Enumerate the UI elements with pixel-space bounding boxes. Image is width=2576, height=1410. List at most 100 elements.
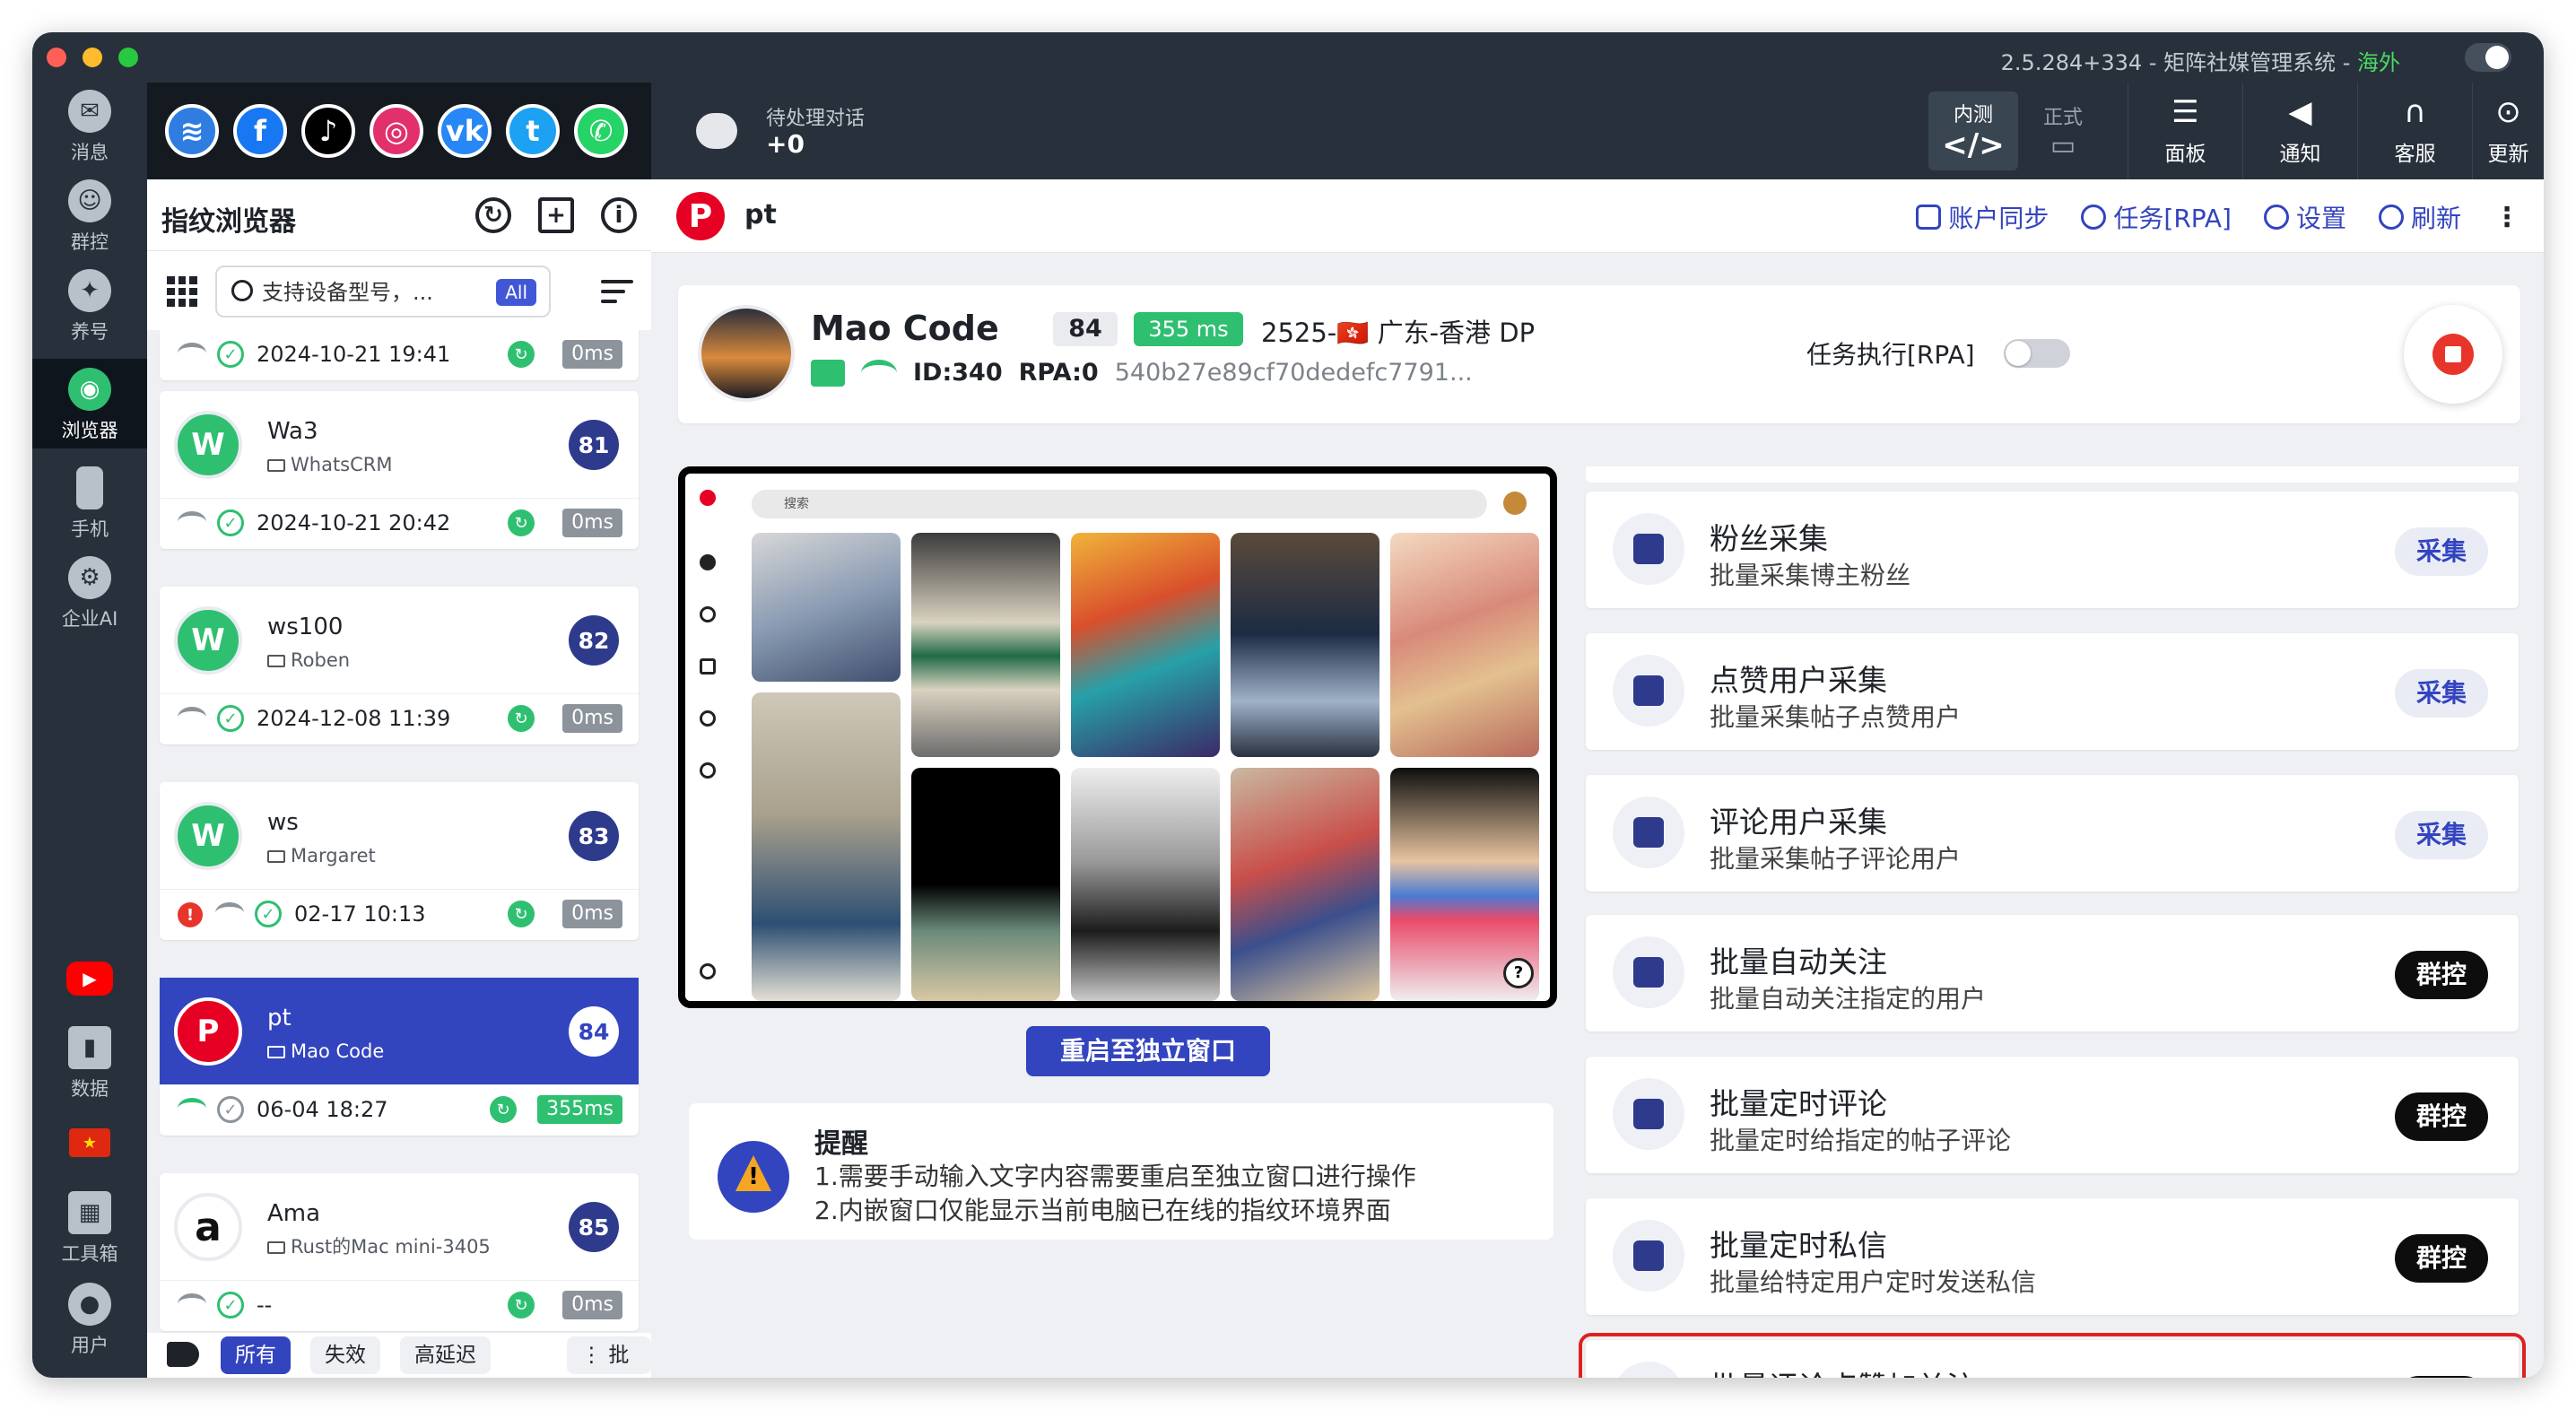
chat-icon (1613, 1078, 1684, 1150)
env-prod-button[interactable]: 正式 ▭ (2018, 91, 2108, 170)
pin-tile-painted-portrait[interactable] (1231, 768, 1379, 1001)
rpa-execution-toggle[interactable] (2004, 339, 2070, 368)
maximize-window-button[interactable] (118, 48, 138, 67)
nav-item-ai[interactable]: ⚙ 企业AI (32, 556, 147, 646)
nav-item-user[interactable]: ● 用户 (32, 1283, 147, 1372)
filter-high-latency-button[interactable]: 高延迟 (400, 1336, 491, 1374)
pin-tile-colorful-portrait[interactable] (1071, 533, 1220, 757)
pin-tile-abstract-head[interactable] (1231, 533, 1379, 757)
list-item[interactable]: W ws100 Roben 82 ✓ 2024-12-08 11:39 ↻ 0m… (160, 587, 639, 744)
task-card[interactable]: 点赞用户采集 批量采集帖子点赞用户 采集 (1586, 633, 2519, 750)
nav-item-nurture[interactable]: ✦ 养号 (32, 269, 147, 359)
sort-icon[interactable] (601, 280, 633, 305)
task-action-button[interactable]: 采集 (2394, 811, 2488, 859)
minimize-window-button[interactable] (83, 48, 102, 67)
restart-independent-window-button[interactable]: 重启至独立窗口 (1026, 1026, 1270, 1076)
ai-icon: ⚙ (68, 556, 111, 599)
latency-badge: 0ms (562, 340, 622, 369)
task-name: 批量定时评论 (1710, 1086, 1887, 1121)
nav-item-toolbox[interactable]: ▦ 工具箱 (32, 1191, 147, 1281)
task-action-button[interactable]: 群控 (2394, 951, 2488, 999)
check-icon: ✓ (255, 901, 282, 927)
refresh-button[interactable]: 刷新 (2378, 199, 2461, 235)
task-card[interactable]: 评论用户采集 批量采集帖子评论用户 采集 (1586, 775, 2519, 892)
add-profile-icon[interactable]: + (538, 197, 574, 233)
user-icon: ● (68, 1283, 111, 1326)
task-action-button[interactable]: 采集 (2394, 527, 2488, 576)
rpa-task-button[interactable]: 任务[RPA] (2081, 199, 2232, 235)
support-button[interactable]: ∩ 客服 (2357, 83, 2472, 179)
env-test-button[interactable]: 内测 </> (1928, 91, 2018, 170)
refresh-icon[interactable]: ↻ (475, 197, 511, 233)
check-icon: ✓ (217, 341, 244, 368)
latency-badge: 0ms (562, 704, 622, 733)
top-bar: 待处理对话 +0 内测 </> 正式 ▭ ☰ 面板 ◀ 通知 ∩ 客服 ⊙ 更新 (651, 83, 2544, 179)
search-input[interactable] (262, 274, 486, 310)
search-scope-badge[interactable]: All (496, 279, 536, 306)
profile-number-badge: 85 (569, 1202, 619, 1252)
update-button[interactable]: ⊙ 更新 (2472, 83, 2544, 179)
task-card[interactable]: 批量自动关注 批量自动关注指定的用户 群控 (1586, 915, 2519, 1031)
tiktok-icon[interactable]: ♪ (301, 104, 355, 158)
task-action-button[interactable]: 群控 (2394, 1092, 2488, 1141)
task-card[interactable]: 批量评论点赞加关注定时批量给特定用户自动点赞评论关注群控 (1579, 1333, 2526, 1378)
task-card[interactable]: 批量定时私信 批量给特定用户定时发送私信 群控 (1586, 1198, 2519, 1315)
grid-view-icon[interactable] (167, 276, 197, 307)
nav-item-messages[interactable]: ✉ 消息 (32, 90, 147, 179)
info-icon[interactable]: i (601, 197, 637, 233)
nav-item-data[interactable]: ▮ 数据 (32, 1026, 147, 1116)
theme-toggle[interactable] (2465, 43, 2511, 72)
facebook-icon[interactable]: f (233, 104, 287, 158)
list-item[interactable]: W ws Margaret 83 ! ✓ 02-17 10:13 ↻ 0ms (160, 782, 639, 940)
task-card[interactable]: 粉丝采集 批量采集博主粉丝 采集 (1586, 492, 2519, 608)
pin-tile-sneaker[interactable] (752, 533, 901, 682)
embedded-search-bar[interactable]: 搜索 (752, 490, 1487, 518)
list-item[interactable]: a Ama Rust的Mac mini-3405 85 ✓ -- ↻ 0ms (160, 1173, 639, 1331)
rpa-task-label: 任务[RPA] (2113, 204, 2232, 233)
pending-conversations-count[interactable]: +0 (766, 129, 805, 159)
chat-bubble-icon (696, 113, 737, 149)
nav-item-group-control[interactable]: ☺ 群控 (32, 179, 147, 269)
nav-label: 企业AI (61, 608, 118, 630)
profile-number-badge: 81 (569, 420, 619, 470)
vk-icon[interactable]: vk (438, 104, 492, 158)
pin-tile-nike-poster[interactable] (752, 692, 901, 1001)
task-action-button[interactable]: 采集 (2394, 669, 2488, 718)
notification-button[interactable]: ◀ 通知 (2242, 83, 2357, 179)
pin-tile-nikes-newspaper[interactable] (1071, 768, 1220, 1001)
profile-number-badge: 84 (569, 1006, 619, 1057)
help-icon[interactable]: ? (1503, 958, 1534, 988)
close-window-button[interactable] (47, 48, 66, 67)
whatsapp-icon[interactable]: ✆ (574, 104, 628, 158)
list-item[interactable]: ✓ 2024-10-21 19:41 ↻ 0ms (160, 330, 639, 380)
search-row: All (147, 251, 651, 330)
profile-hash[interactable]: 540b27e89cf70dedefc7791... (1115, 359, 1473, 387)
twitter-icon[interactable]: t (506, 104, 560, 158)
nav-item-browser[interactable]: ◉ 浏览器 (32, 359, 147, 448)
pin-tile-face-painting[interactable] (1390, 533, 1539, 757)
left-nav: ✉ 消息 ☺ 群控 ✦ 养号 ◉ 浏览器 手机 ⚙ 企业AI ▶ ▮ 数据 ★ ▦ 工具箱 ●… (32, 83, 147, 1378)
pin-tile-dark-portrait[interactable] (911, 768, 1060, 1001)
batch-button[interactable]: ⋮ 批量 (567, 1336, 651, 1374)
list-item-selected[interactable]: P pt Mao Code 84 ✓ 06-04 18:27 ↻ 355ms (160, 978, 639, 1136)
browser-platform-icon[interactable]: ≋ (165, 104, 219, 158)
task-action-button[interactable]: 群控 (2394, 1234, 2488, 1283)
panel-button[interactable]: ☰ 面板 (2128, 83, 2242, 179)
more-options-icon[interactable]: ⋮ (2493, 202, 2520, 233)
instagram-icon[interactable]: ◎ (370, 104, 423, 158)
env-prod-label: 正式 (2042, 106, 2083, 129)
nav-item-phone[interactable]: 手机 (32, 466, 147, 556)
embedded-browser-view[interactable]: 搜索 ? (678, 466, 1557, 1008)
account-sync-button[interactable]: 账户同步 (1916, 199, 2049, 235)
account-owner-text: Mao Code (291, 1040, 385, 1062)
tag-icon[interactable] (167, 1342, 199, 1367)
list-item[interactable]: W Wa3 WhatsCRM 81 ✓ 2024-10-21 20:42 ↻ 0… (160, 391, 639, 549)
reminder-line-1: 1.需要手动输入文字内容需要重启至独立窗口进行操作 (814, 1162, 1416, 1191)
task-action-button[interactable]: 群控 (2394, 1376, 2488, 1378)
settings-button[interactable]: 设置 (2263, 199, 2346, 235)
filter-all-button[interactable]: 所有 (221, 1336, 291, 1374)
stop-browser-button[interactable] (2404, 305, 2502, 404)
filter-invalid-button[interactable]: 失效 (310, 1336, 380, 1374)
pin-tile-car[interactable] (911, 533, 1060, 757)
task-card[interactable]: 批量定时评论 批量定时给指定的帖子评论 群控 (1586, 1057, 2519, 1173)
